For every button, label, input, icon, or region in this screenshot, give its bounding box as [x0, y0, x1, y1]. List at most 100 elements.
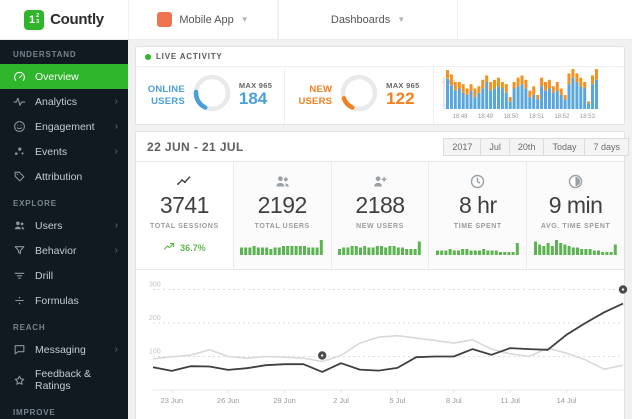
- svg-text:18:51: 18:51: [529, 114, 545, 120]
- sidebar-item-label: Users: [35, 219, 63, 232]
- trend-line-icon: [176, 173, 193, 191]
- stat-value: 9 min: [548, 192, 603, 218]
- app-selector-label: Mobile App: [179, 13, 234, 26]
- users-icon: [13, 219, 26, 232]
- chevron-down-icon: ▼: [240, 15, 249, 24]
- live-users-chart: 100 18:4818:4918:5018:5118:5218:53: [434, 67, 624, 124]
- date-range-buttons: 2017 Jul 20th Today 7 days: [443, 137, 629, 156]
- sidebar-item-label: Feedback & Ratings: [35, 368, 92, 392]
- sidebar-item-label: Messaging: [35, 343, 86, 356]
- svg-text:14 Jul: 14 Jul: [557, 396, 577, 405]
- chevron-right-icon: ›: [114, 219, 118, 231]
- app-selector[interactable]: Mobile App ▼: [128, 0, 278, 39]
- sidebar-section-explore: EXPLORE: [13, 199, 57, 208]
- sidebar-item-attribution[interactable]: Attribution: [0, 164, 128, 189]
- sidebar-item-overview[interactable]: Overview: [0, 64, 128, 89]
- svg-text:18:49: 18:49: [478, 114, 494, 120]
- chevron-right-icon: ›: [114, 120, 118, 132]
- date-range-label: 22 JUN - 21 JUL: [147, 139, 244, 154]
- gauge-value: 184: [238, 89, 268, 109]
- user-add-icon: [371, 173, 388, 191]
- stat-sparkline: [435, 239, 520, 260]
- date-bar: 22 JUN - 21 JUL 2017 Jul 20th Today 7 days: [136, 132, 629, 162]
- scatter-dots-icon: [13, 145, 26, 158]
- chevron-right-icon: ›: [114, 244, 118, 256]
- filter-lines-icon: [13, 269, 26, 282]
- date-button-2017[interactable]: 2017: [443, 137, 482, 156]
- live-activity-body: ONLINE USERS MAX 965 184 NEW USERS MAX 965 …: [136, 67, 624, 124]
- chevron-down-icon: ▼: [397, 15, 406, 24]
- stat-label: TOTAL USERS: [254, 223, 310, 230]
- sidebar-item-behavior[interactable]: Behavior ›: [0, 238, 128, 263]
- stat-label: TIME SPENT: [453, 223, 502, 230]
- sidebar-section-improve: IMPROVE: [13, 408, 56, 417]
- stat-label: AVG. TIME SPENT: [540, 223, 611, 230]
- sidebar-item-drill[interactable]: Drill: [0, 263, 128, 288]
- stat-card-avg-time-spent[interactable]: 9 min AVG. TIME SPENT: [527, 162, 624, 269]
- stat-card-total-users[interactable]: 2192 TOTAL USERS: [233, 162, 332, 269]
- stat-sparkline: [533, 239, 618, 260]
- svg-text:26 Jun: 26 Jun: [217, 396, 240, 405]
- divide-icon: [13, 294, 26, 307]
- svg-text:5 Jul: 5 Jul: [389, 396, 405, 405]
- stat-card-new-users[interactable]: 2188 NEW USERS: [331, 162, 430, 269]
- date-button-jul[interactable]: Jul: [480, 137, 510, 156]
- svg-text:18:48: 18:48: [452, 114, 468, 120]
- stat-card-time-spent[interactable]: 8 hr TIME SPENT: [429, 162, 528, 269]
- stat-value: 2192: [257, 192, 308, 218]
- live-activity-header: LIVE ACTIVITY: [136, 47, 624, 67]
- svg-text:2 Jul: 2 Jul: [333, 396, 349, 405]
- svg-text:18:50: 18:50: [503, 114, 519, 120]
- trend-up-icon: [163, 241, 175, 255]
- topbar: 123 Countly Mobile App ▼ Dashboards ▼: [0, 0, 632, 40]
- stat-label: NEW USERS: [356, 223, 404, 230]
- sidebar-item-engagement[interactable]: Engagement ›: [0, 114, 128, 139]
- users-icon: [274, 173, 291, 191]
- sessions-trend-chart: 100 200 300 23 Jun 26 Jun 29 Jun 2 Jul 5 Jul 8 …: [136, 270, 628, 419]
- sidebar-item-label: Overview: [35, 70, 79, 83]
- sidebar-item-analytics[interactable]: Analytics ›: [0, 89, 128, 114]
- stat-sparkline: [240, 239, 324, 260]
- clock-icon: [469, 173, 486, 191]
- sidebar-item-messaging[interactable]: Messaging ›: [0, 337, 128, 362]
- sidebar-section-reach: REACH: [13, 323, 46, 332]
- sidebar-item-users[interactable]: Users ›: [0, 213, 128, 238]
- chevron-right-icon: ›: [114, 145, 118, 157]
- svg-text:11 Jul: 11 Jul: [500, 396, 520, 405]
- date-button-20th[interactable]: 20th: [508, 137, 545, 156]
- svg-text:100: 100: [149, 349, 161, 356]
- stats-row: 3741 TOTAL SESSIONS 36.7% 2192 TOTAL USERS …: [136, 162, 624, 270]
- sidebar-item-formulas[interactable]: Formulas: [0, 288, 128, 313]
- analytics-panel: 22 JUN - 21 JUL 2017 Jul 20th Today 7 days 3…: [135, 131, 629, 419]
- sidebar-item-label: Attribution: [35, 170, 83, 183]
- svg-text:300: 300: [149, 282, 161, 289]
- date-button-7-days[interactable]: 7 days: [584, 137, 629, 156]
- svg-text:18:52: 18:52: [554, 114, 570, 120]
- gauge-value: 122: [386, 89, 415, 109]
- stat-trend-value: 36.7%: [180, 243, 206, 253]
- stat-sparkline: [337, 239, 422, 260]
- sidebar-item-label: Events: [35, 145, 68, 158]
- stat-card-total-sessions[interactable]: 3741 TOTAL SESSIONS 36.7%: [136, 162, 234, 269]
- sidebar-item-feedback-ratings[interactable]: Feedback & Ratings: [0, 362, 128, 398]
- pulse-icon: [13, 95, 26, 108]
- smiley-icon: [13, 120, 26, 133]
- gauge-icon: [13, 70, 26, 83]
- gauge-label: ONLINE USERS: [147, 84, 185, 107]
- live-dot-icon: [145, 53, 151, 60]
- app-title: Countly: [50, 11, 104, 28]
- tag-icon: [13, 170, 26, 183]
- sidebar-item-events[interactable]: Events ›: [0, 139, 128, 164]
- gauge-new-users: NEW USERS MAX 965 122: [285, 67, 434, 124]
- dashboards-selector[interactable]: Dashboards ▼: [278, 0, 458, 39]
- date-button-today[interactable]: Today: [543, 137, 586, 156]
- svg-text:8 Jul: 8 Jul: [446, 396, 462, 405]
- sidebar-item-label: Behavior: [35, 244, 77, 257]
- sidebar: UNDERSTAND Overview Analytics › Engagement › E…: [0, 40, 128, 419]
- live-activity-card: LIVE ACTIVITY ONLINE USERS MAX 965 184 NEW…: [135, 46, 625, 125]
- svg-text:29 Jun: 29 Jun: [273, 396, 296, 405]
- dashboards-label: Dashboards: [330, 13, 391, 26]
- funnel-icon: [13, 244, 26, 257]
- main-content: LIVE ACTIVITY ONLINE USERS MAX 965 184 NEW…: [128, 40, 632, 419]
- countly-logo[interactable]: 123 Countly: [0, 0, 128, 39]
